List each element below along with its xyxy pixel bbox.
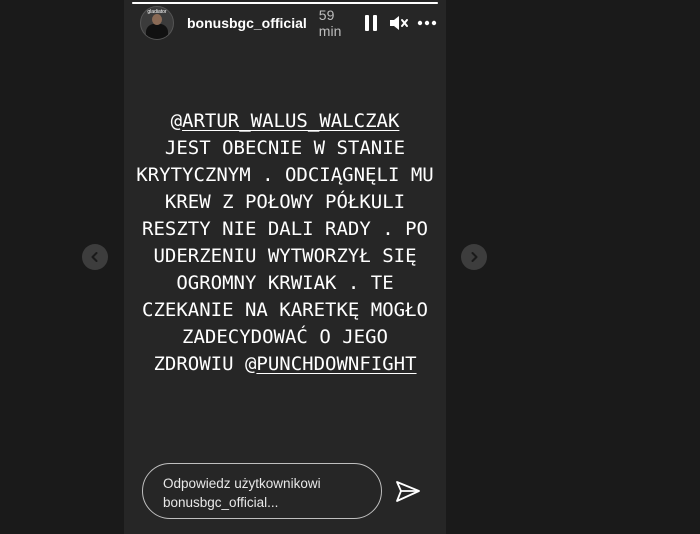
pause-button[interactable] bbox=[360, 12, 382, 34]
more-options-icon bbox=[417, 20, 437, 26]
reply-placeholder-line1: Odpowiedz użytkownikowi bbox=[163, 476, 321, 491]
avatar-caption: gladiator bbox=[147, 9, 167, 15]
story-progress-fill bbox=[132, 2, 438, 4]
story-text-line: @ARTUR_WALUS_WALCZAK bbox=[124, 108, 446, 135]
reply-input[interactable]: Odpowiedz użytkownikowi bonusbgc_officia… bbox=[142, 463, 382, 519]
next-story-button[interactable] bbox=[461, 244, 487, 270]
story-text: @ARTUR_WALUS_WALCZAK JEST OBECNIE W STANI… bbox=[124, 108, 446, 378]
story-text-line: KREW Z POŁOWY PÓŁKULI bbox=[124, 189, 446, 216]
story-text-segment: JEST OBECNIE W STANIE bbox=[164, 137, 406, 159]
story-viewer: gladiator bonusbgc_official 59 min @ARTU… bbox=[0, 0, 700, 534]
avatar[interactable]: gladiator bbox=[140, 6, 174, 40]
story-text-segment: KRYTYCZNYM . ODCIĄGNĘLI MU bbox=[136, 164, 434, 186]
story-controls bbox=[360, 12, 438, 34]
story-text-segment: ZDROWIU @ bbox=[153, 353, 257, 375]
story-timestamp: 59 min bbox=[318, 7, 342, 39]
story-text-line: OGROMNY KRWIAK . TE bbox=[124, 270, 446, 297]
reply-placeholder-line2: bonusbgc_official... bbox=[163, 495, 279, 510]
story-text-line: ZADECYDOWAĆ O JEGO bbox=[124, 324, 446, 351]
story-text-line: KRYTYCZNYM . ODCIĄGNĘLI MU bbox=[124, 162, 446, 189]
story-text-segment: CZEKANIE NA KARETKĘ MOGŁO bbox=[142, 299, 428, 321]
story-text-segment: RESZTY NIE DALI RADY . PO bbox=[142, 218, 428, 240]
story-username[interactable]: bonusbgc_official bbox=[187, 15, 307, 31]
story-text-line: JEST OBECNIE W STANIE bbox=[124, 135, 446, 162]
story-text-segment: KREW Z POŁOWY PÓŁKULI bbox=[164, 191, 406, 213]
story-progress-bar bbox=[132, 2, 438, 4]
previous-story-button[interactable] bbox=[82, 244, 108, 270]
avatar-body-shape bbox=[146, 24, 168, 39]
story-text-segment: OGROMNY KRWIAK . TE bbox=[176, 272, 394, 294]
story-text-line: CZEKANIE NA KARETKĘ MOGŁO bbox=[124, 297, 446, 324]
mute-button[interactable] bbox=[388, 12, 410, 34]
send-button[interactable] bbox=[394, 478, 422, 506]
pause-icon bbox=[365, 15, 377, 31]
story-text-segment: @ bbox=[170, 110, 183, 132]
story-text-segment: UDERZENIU WYTWORZYŁ SIĘ bbox=[153, 245, 417, 267]
send-icon bbox=[396, 481, 420, 502]
mention-link[interactable]: PUNCHDOWNFIGHT bbox=[256, 353, 416, 375]
volume-muted-icon bbox=[390, 16, 408, 30]
story-header: gladiator bonusbgc_official 59 min bbox=[140, 6, 438, 40]
story-text-line: UDERZENIU WYTWORZYŁ SIĘ bbox=[124, 243, 446, 270]
mention-link[interactable]: ARTUR_WALUS_WALCZAK bbox=[182, 110, 399, 132]
avatar-head-shape bbox=[152, 14, 162, 25]
story-text-line: ZDROWIU @PUNCHDOWNFIGHT bbox=[124, 351, 446, 378]
story-text-line: RESZTY NIE DALI RADY . PO bbox=[124, 216, 446, 243]
chevron-left-icon bbox=[91, 252, 98, 262]
more-options-button[interactable] bbox=[416, 12, 438, 34]
story-text-segment: ZADECYDOWAĆ O JEGO bbox=[182, 326, 388, 348]
chevron-right-icon bbox=[471, 252, 478, 262]
story-frame: gladiator bonusbgc_official 59 min @ARTU… bbox=[124, 0, 446, 534]
